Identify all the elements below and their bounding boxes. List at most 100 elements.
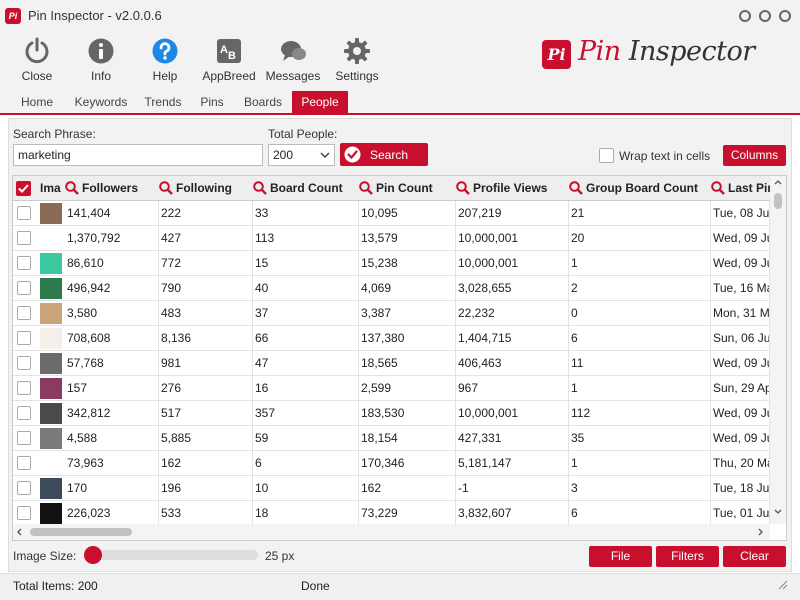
table-row[interactable]: 1,370,792 427 113 13,579 10,000,001 20 Wed, 09… <box>13 226 770 251</box>
header-image[interactable]: Ima <box>40 176 64 201</box>
table-cell: 5,885 <box>159 426 253 451</box>
table-row[interactable]: 57,7689814718,565406,46311Wed, 09 Jun <box>13 351 770 376</box>
row-checkbox[interactable] <box>17 206 31 220</box>
header-last-pin[interactable]: Last Pin <box>711 176 770 201</box>
header-followers[interactable]: Followers <box>65 176 157 201</box>
table-cell: 170 <box>65 476 159 501</box>
table-cell: 342,812 <box>65 401 159 426</box>
table-row[interactable]: 170 196 10 162 -1 3 Tue, 18 Jun <box>13 476 770 501</box>
header-last-pin-label: Last Pin <box>728 181 770 195</box>
state-status: Done <box>301 579 330 593</box>
row-checkbox[interactable] <box>17 381 31 395</box>
row-checkbox[interactable] <box>17 281 31 295</box>
resize-grip-icon[interactable] <box>778 580 788 590</box>
profile-avatar <box>40 253 62 274</box>
tab-keywords[interactable]: Keywords <box>68 91 134 115</box>
help-button[interactable]: Help <box>135 35 195 85</box>
table-cell: 772 <box>159 251 253 276</box>
table-cell: 6 <box>569 326 711 351</box>
table-cell: 427,331 <box>456 426 569 451</box>
row-checkbox[interactable] <box>17 481 31 495</box>
header-profile-views[interactable]: Profile Views <box>456 176 566 201</box>
horizontal-scrollbar[interactable] <box>13 524 770 540</box>
row-checkbox[interactable] <box>17 256 31 270</box>
clear-button[interactable]: Clear <box>723 546 786 567</box>
svg-text:A: A <box>220 44 228 56</box>
search-button-label: Search <box>370 148 409 162</box>
status-bar: Total Items: 200 Done <box>0 573 800 600</box>
header-board-count[interactable]: Board Count <box>253 176 359 201</box>
messages-label: Messages <box>265 69 321 83</box>
image-size-label: Image Size: <box>13 549 77 563</box>
row-checkbox[interactable] <box>17 406 31 420</box>
appbreed-icon: A B <box>217 39 241 63</box>
search-phrase-input[interactable]: marketing <box>13 144 263 166</box>
total-people-select[interactable]: 200 <box>268 144 335 166</box>
vertical-scroll-thumb[interactable] <box>774 193 782 209</box>
row-checkbox[interactable] <box>17 431 31 445</box>
search-button[interactable]: Search <box>340 143 428 166</box>
table-cell: 1 <box>569 451 711 476</box>
people-table: Ima Followers Following Board Count Pin … <box>12 175 787 541</box>
table-cell: Wed, 09 Jun <box>711 251 770 276</box>
row-checkbox[interactable] <box>17 456 31 470</box>
image-size-slider[interactable] <box>92 550 258 560</box>
image-size-slider-thumb[interactable] <box>84 546 102 564</box>
vertical-scrollbar[interactable] <box>770 176 786 524</box>
settings-button[interactable]: Settings <box>327 35 387 85</box>
minimize-button[interactable] <box>739 10 751 22</box>
row-checkbox[interactable] <box>17 331 31 345</box>
table-row[interactable]: 496,942790404,0693,028,6552Tue, 16 Mar <box>13 276 770 301</box>
table-cell: Mon, 31 May <box>711 301 770 326</box>
row-checkbox[interactable] <box>17 506 31 520</box>
row-checkbox[interactable] <box>17 356 31 370</box>
table-cell: Thu, 20 May <box>711 451 770 476</box>
table-cell: 112 <box>569 401 711 426</box>
table-row[interactable]: 86,6107721515,23810,000,0011Wed, 09 Jun <box>13 251 770 276</box>
table-cell: 15 <box>253 251 359 276</box>
table-cell: 406,463 <box>456 351 569 376</box>
tab-people[interactable]: People <box>292 91 348 115</box>
messages-button[interactable]: Messages <box>263 35 323 85</box>
table-row[interactable]: 157 276 16 2,599 967 1 Sun, 29 Apr <box>13 376 770 401</box>
file-button[interactable]: File <box>589 546 652 567</box>
profile-avatar <box>40 278 62 299</box>
table-cell: 967 <box>456 376 569 401</box>
logo-text: Pin Inspector <box>578 36 755 67</box>
table-row[interactable]: 73,9631626170,3465,181,1471Thu, 20 May <box>13 451 770 476</box>
tab-trends[interactable]: Trends <box>140 91 186 115</box>
close-window-button[interactable] <box>779 10 791 22</box>
header-pin-count[interactable]: Pin Count <box>359 176 455 201</box>
close-button[interactable]: Close <box>7 35 67 85</box>
tab-pins[interactable]: Pins <box>195 91 229 115</box>
tab-home[interactable]: Home <box>14 91 60 115</box>
header-board-count-label: Board Count <box>270 181 343 195</box>
header-group-board-count[interactable]: Group Board Count <box>569 176 709 201</box>
table-row[interactable]: 342,812 517 357 183,530 10,000,001 112 Wed, 09… <box>13 401 770 426</box>
app-icon: Pi <box>5 8 21 24</box>
row-checkbox[interactable] <box>17 306 31 320</box>
appbreed-button[interactable]: A B AppBreed <box>199 35 259 85</box>
info-button[interactable]: Info <box>71 35 131 85</box>
select-all-checkbox[interactable] <box>16 181 31 196</box>
tab-bar: Home Keywords Trends Pins Boards People <box>0 87 800 115</box>
table-cell: 170,346 <box>359 451 456 476</box>
table-row[interactable]: 141,404 222 33 10,095 207,219 21 Tue, 08 Jun <box>13 201 770 226</box>
columns-button[interactable]: Columns <box>723 145 786 166</box>
horizontal-scroll-thumb[interactable] <box>30 528 132 536</box>
table-cell: 981 <box>159 351 253 376</box>
maximize-button[interactable] <box>759 10 771 22</box>
header-following[interactable]: Following <box>159 176 251 201</box>
total-people-label: Total People: <box>268 127 338 141</box>
logo-badge: Pi <box>542 40 571 69</box>
table-row[interactable]: 3,580483373,38722,2320Mon, 31 May <box>13 301 770 326</box>
table-cell: Wed, 09 Jun <box>711 226 770 251</box>
table-row[interactable]: 708,608 8,136 66 137,380 1,404,715 6 Sun, 06 J… <box>13 326 770 351</box>
filters-button[interactable]: Filters <box>656 546 719 567</box>
table-cell: 137,380 <box>359 326 456 351</box>
table-row[interactable]: 4,5885,8855918,154427,33135Wed, 09 Jun <box>13 426 770 451</box>
table-row[interactable]: 226,023 533 18 73,229 3,832,607 6 Tue, 01 Jun <box>13 501 770 526</box>
tab-boards[interactable]: Boards <box>238 91 288 115</box>
wrap-text-checkbox[interactable] <box>599 148 614 163</box>
row-checkbox[interactable] <box>17 231 31 245</box>
